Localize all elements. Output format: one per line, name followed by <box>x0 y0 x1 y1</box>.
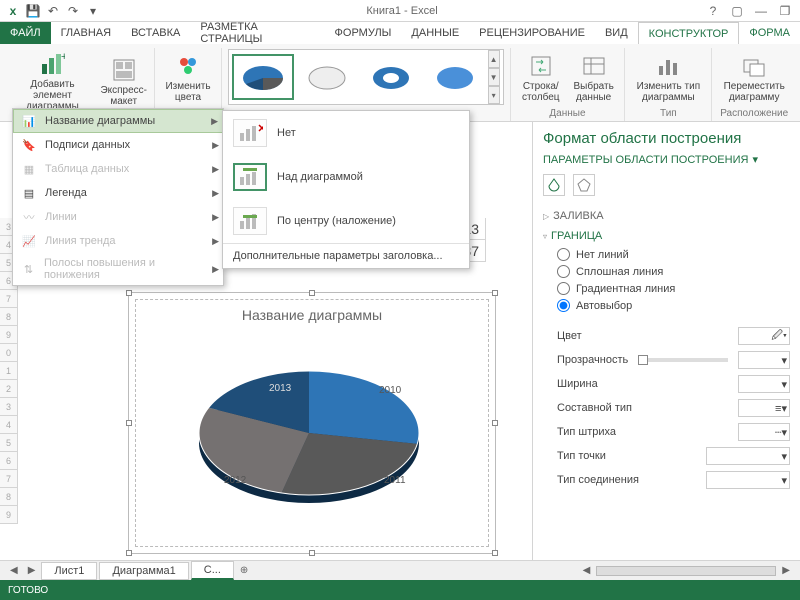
submenu-center[interactable]: По центру (наложение) <box>223 199 469 243</box>
quick-layout-button[interactable]: Экспресс- макет <box>99 54 148 109</box>
chart-style-1[interactable] <box>232 54 294 100</box>
svg-text:2011: 2011 <box>384 475 406 486</box>
legend-icon: ▤ <box>19 185 39 201</box>
color-picker[interactable]: 🖉▾ <box>738 327 790 345</box>
embedded-chart[interactable]: Название диаграммы 2010 2011 2012 <box>128 292 496 554</box>
new-sheet-icon[interactable]: ⊕ <box>236 565 252 576</box>
radio-no-line[interactable] <box>557 248 570 261</box>
save-icon[interactable]: 💾 <box>24 2 42 20</box>
chart-title-submenu: Нет Над диаграммой По центру (наложение)… <box>222 110 470 269</box>
status-text: ГОТОВО <box>8 585 48 596</box>
chart-style-gallery[interactable]: ▲ ▼ ▾ <box>228 49 504 105</box>
help-icon[interactable]: ? <box>702 2 724 20</box>
join-picker[interactable]: ▾ <box>706 471 790 489</box>
none-icon <box>233 119 267 147</box>
menu-chart-title[interactable]: 📊Название диаграммы▶ <box>13 109 223 133</box>
fill-line-icon[interactable] <box>543 174 565 196</box>
hscrollbar[interactable] <box>596 566 776 576</box>
chart-style-4[interactable] <box>424 54 486 100</box>
chart-title-icon: 📊 <box>19 113 39 129</box>
above-icon <box>233 163 267 191</box>
switch-row-col-button[interactable]: Строка/ столбец <box>517 50 565 105</box>
tab-pagelayout[interactable]: РАЗМЕТКА СТРАНИЦЫ <box>190 22 324 44</box>
undo-icon[interactable]: ↶ <box>44 2 62 20</box>
menu-trendline: 📈Линия тренда▶ <box>13 229 223 253</box>
sheet-tabs: ◀ ▶ Лист1 Диаграмма1 С... ⊕ ◀ ▶ <box>0 560 800 580</box>
menu-data-labels[interactable]: 🔖Подписи данных▶ <box>13 133 223 157</box>
gallery-up-icon[interactable]: ▲ <box>488 50 500 68</box>
format-pane: Формат области построения ПАРАМЕТРЫ ОБЛА… <box>532 122 800 580</box>
menu-lines: 〰Линии▶ <box>13 205 223 229</box>
add-chart-element-button[interactable]: + Добавить элемент диаграммы <box>10 48 95 114</box>
svg-text:2013: 2013 <box>269 383 292 394</box>
sheet-tab-3[interactable]: С... <box>191 561 234 580</box>
svg-text:2012: 2012 <box>224 475 247 486</box>
tab-format[interactable]: ФОРМА <box>739 22 800 44</box>
sheet-tab-2[interactable]: Диаграмма1 <box>99 562 188 580</box>
chevron-down-icon: ▾ <box>752 153 758 166</box>
add-element-menu: 📊Название диаграммы▶ 🔖Подписи данных▶ ▦Т… <box>12 108 224 286</box>
sheet-nav-prev[interactable]: ◀ <box>6 565 22 576</box>
select-data-button[interactable]: Выбрать данные <box>569 50 618 105</box>
ribbon-tabs: ФАЙЛ ГЛАВНАЯ ВСТАВКА РАЗМЕТКА СТРАНИЦЫ Ф… <box>0 22 800 44</box>
chart-style-3[interactable] <box>360 54 422 100</box>
pane-subtitle[interactable]: ПАРАМЕТРЫ ОБЛАСТИ ПОСТРОЕНИЯ▾ <box>543 153 790 166</box>
sheet-tab-1[interactable]: Лист1 <box>41 562 97 580</box>
gallery-down-icon[interactable]: ▼ <box>488 68 500 86</box>
pie-chart[interactable]: 2010 2011 2012 2013 <box>129 323 489 533</box>
redo-icon[interactable]: ↷ <box>64 2 82 20</box>
window-title: Книга1 - Excel <box>102 5 702 17</box>
tab-file[interactable]: ФАЙЛ <box>0 22 51 44</box>
tab-data[interactable]: ДАННЫЕ <box>401 22 469 44</box>
radio-solid[interactable] <box>557 265 570 278</box>
menu-legend[interactable]: ▤Легенда▶ <box>13 181 223 205</box>
tab-design[interactable]: КОНСТРУКТОР <box>638 22 740 44</box>
gallery-more-icon[interactable]: ▾ <box>488 86 500 104</box>
submenu-none[interactable]: Нет <box>223 111 469 155</box>
excel-icon: x <box>4 2 22 20</box>
menu-data-table: ▦Таблица данных▶ <box>13 157 223 181</box>
radio-auto[interactable] <box>557 299 570 312</box>
move-chart-button[interactable]: Переместить диаграмму <box>718 50 790 105</box>
tab-review[interactable]: РЕЦЕНЗИРОВАНИЕ <box>469 22 595 44</box>
trendline-icon: 📈 <box>19 233 39 249</box>
tab-insert[interactable]: ВСТАВКА <box>121 22 190 44</box>
change-colors-button[interactable]: Изменить цвета <box>161 50 214 105</box>
chart-title[interactable]: Название диаграммы <box>129 293 495 323</box>
change-chart-type-button[interactable]: Изменить тип диаграммы <box>631 50 705 105</box>
svg-text:+: + <box>61 52 65 63</box>
data-labels-icon: 🔖 <box>19 137 39 153</box>
hscroll-right[interactable]: ▶ <box>778 565 794 576</box>
status-bar: ГОТОВО <box>0 580 800 600</box>
updown-icon: ⇅ <box>19 261 38 277</box>
data-table-icon: ▦ <box>19 161 39 177</box>
effects-icon[interactable] <box>573 174 595 196</box>
chart-style-2[interactable] <box>296 54 358 100</box>
tab-home[interactable]: ГЛАВНАЯ <box>51 22 121 44</box>
qa-more-icon[interactable]: ▾ <box>84 2 102 20</box>
ribbon-collapse-icon[interactable]: ▢ <box>726 2 748 20</box>
submenu-more-options[interactable]: Дополнительные параметры заголовка... <box>223 243 469 268</box>
tab-formulas[interactable]: ФОРМУЛЫ <box>325 22 402 44</box>
center-icon <box>233 207 267 235</box>
transparency-input[interactable]: ▾ <box>738 351 790 369</box>
menu-updown-bars: ⇅Полосы повышения и понижения▶ <box>13 253 223 285</box>
dash-picker[interactable]: ┄▾ <box>738 423 790 441</box>
minimize-icon[interactable]: — <box>750 2 772 20</box>
tab-view[interactable]: ВИД <box>595 22 638 44</box>
hscroll-left[interactable]: ◀ <box>579 565 595 576</box>
width-input[interactable]: ▾ <box>738 375 790 393</box>
section-border[interactable]: ▿ГРАНИЦА <box>543 226 790 246</box>
submenu-above[interactable]: Над диаграммой <box>223 155 469 199</box>
sheet-nav-next[interactable]: ▶ <box>24 565 40 576</box>
lines-icon: 〰 <box>19 209 39 225</box>
restore-icon[interactable]: ❐ <box>774 2 796 20</box>
pane-title: Формат области построения <box>543 130 790 147</box>
radio-gradient[interactable] <box>557 282 570 295</box>
cap-picker[interactable]: ▾ <box>706 447 790 465</box>
svg-text:2010: 2010 <box>379 385 402 396</box>
section-fill[interactable]: ▷ЗАЛИВКА <box>543 206 790 226</box>
transparency-slider[interactable] <box>638 358 728 362</box>
compound-picker[interactable]: ≡▾ <box>738 399 790 417</box>
